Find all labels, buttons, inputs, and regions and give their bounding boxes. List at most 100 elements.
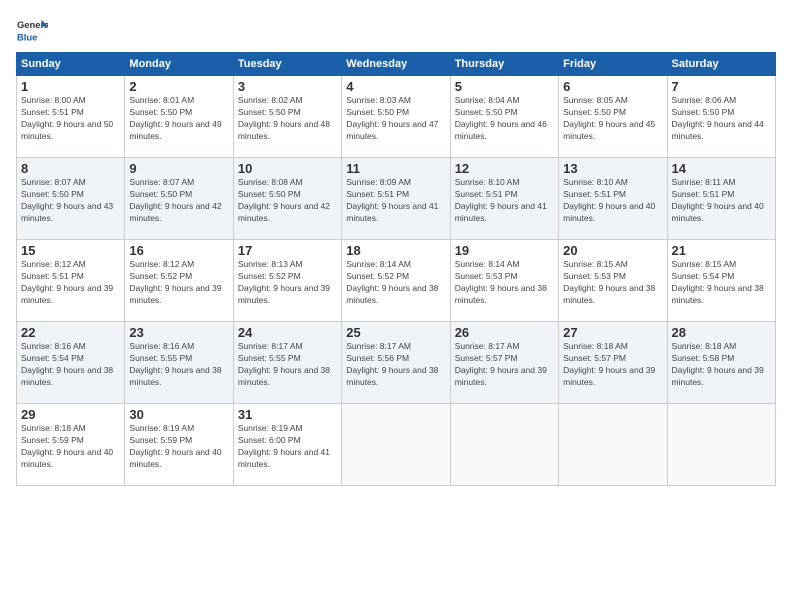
day-info: Sunrise: 8:07 AMSunset: 5:50 PMDaylight:…	[129, 177, 221, 223]
day-number: 11	[346, 161, 445, 176]
header: General Blue	[16, 16, 776, 48]
calendar-day-11: 11 Sunrise: 8:09 AMSunset: 5:51 PMDaylig…	[342, 158, 450, 240]
day-info: Sunrise: 8:12 AMSunset: 5:52 PMDaylight:…	[129, 259, 221, 305]
calendar-day-2: 2 Sunrise: 8:01 AMSunset: 5:50 PMDayligh…	[125, 76, 233, 158]
day-info: Sunrise: 8:03 AMSunset: 5:50 PMDaylight:…	[346, 95, 438, 141]
calendar-day-28: 28 Sunrise: 8:18 AMSunset: 5:58 PMDaylig…	[667, 322, 775, 404]
day-info: Sunrise: 8:04 AMSunset: 5:50 PMDaylight:…	[455, 95, 547, 141]
calendar-day-1: 1 Sunrise: 8:00 AMSunset: 5:51 PMDayligh…	[17, 76, 125, 158]
day-info: Sunrise: 8:18 AMSunset: 5:57 PMDaylight:…	[563, 341, 655, 387]
calendar-day-27: 27 Sunrise: 8:18 AMSunset: 5:57 PMDaylig…	[559, 322, 667, 404]
day-info: Sunrise: 8:12 AMSunset: 5:51 PMDaylight:…	[21, 259, 113, 305]
day-number: 17	[238, 243, 337, 258]
calendar-day-16: 16 Sunrise: 8:12 AMSunset: 5:52 PMDaylig…	[125, 240, 233, 322]
page-container: General Blue SundayMondayTuesdayWednesda…	[0, 0, 792, 494]
calendar-header-sunday: Sunday	[17, 53, 125, 76]
calendar-header-thursday: Thursday	[450, 53, 558, 76]
calendar-header-friday: Friday	[559, 53, 667, 76]
day-number: 22	[21, 325, 120, 340]
day-info: Sunrise: 8:16 AMSunset: 5:54 PMDaylight:…	[21, 341, 113, 387]
day-number: 28	[672, 325, 771, 340]
day-number: 5	[455, 79, 554, 94]
day-info: Sunrise: 8:06 AMSunset: 5:50 PMDaylight:…	[672, 95, 764, 141]
calendar-day-12: 12 Sunrise: 8:10 AMSunset: 5:51 PMDaylig…	[450, 158, 558, 240]
calendar-day-8: 8 Sunrise: 8:07 AMSunset: 5:50 PMDayligh…	[17, 158, 125, 240]
day-number: 27	[563, 325, 662, 340]
calendar-day-6: 6 Sunrise: 8:05 AMSunset: 5:50 PMDayligh…	[559, 76, 667, 158]
day-info: Sunrise: 8:17 AMSunset: 5:56 PMDaylight:…	[346, 341, 438, 387]
day-info: Sunrise: 8:00 AMSunset: 5:51 PMDaylight:…	[21, 95, 113, 141]
day-info: Sunrise: 8:08 AMSunset: 5:50 PMDaylight:…	[238, 177, 330, 223]
day-number: 30	[129, 407, 228, 422]
calendar-header-tuesday: Tuesday	[233, 53, 341, 76]
calendar-header-row: SundayMondayTuesdayWednesdayThursdayFrid…	[17, 53, 776, 76]
calendar-day-25: 25 Sunrise: 8:17 AMSunset: 5:56 PMDaylig…	[342, 322, 450, 404]
day-info: Sunrise: 8:05 AMSunset: 5:50 PMDaylight:…	[563, 95, 655, 141]
calendar-empty-cell	[559, 404, 667, 486]
day-number: 1	[21, 79, 120, 94]
calendar-day-22: 22 Sunrise: 8:16 AMSunset: 5:54 PMDaylig…	[17, 322, 125, 404]
day-info: Sunrise: 8:01 AMSunset: 5:50 PMDaylight:…	[129, 95, 221, 141]
day-number: 6	[563, 79, 662, 94]
calendar-day-7: 7 Sunrise: 8:06 AMSunset: 5:50 PMDayligh…	[667, 76, 775, 158]
day-info: Sunrise: 8:18 AMSunset: 5:58 PMDaylight:…	[672, 341, 764, 387]
calendar-header-wednesday: Wednesday	[342, 53, 450, 76]
day-number: 2	[129, 79, 228, 94]
day-number: 21	[672, 243, 771, 258]
day-number: 14	[672, 161, 771, 176]
day-info: Sunrise: 8:02 AMSunset: 5:50 PMDaylight:…	[238, 95, 330, 141]
day-info: Sunrise: 8:15 AMSunset: 5:53 PMDaylight:…	[563, 259, 655, 305]
calendar-header-monday: Monday	[125, 53, 233, 76]
day-info: Sunrise: 8:15 AMSunset: 5:54 PMDaylight:…	[672, 259, 764, 305]
day-number: 10	[238, 161, 337, 176]
calendar-day-24: 24 Sunrise: 8:17 AMSunset: 5:55 PMDaylig…	[233, 322, 341, 404]
day-number: 31	[238, 407, 337, 422]
day-number: 26	[455, 325, 554, 340]
calendar-day-23: 23 Sunrise: 8:16 AMSunset: 5:55 PMDaylig…	[125, 322, 233, 404]
day-info: Sunrise: 8:19 AMSunset: 5:59 PMDaylight:…	[129, 423, 221, 469]
day-info: Sunrise: 8:17 AMSunset: 5:55 PMDaylight:…	[238, 341, 330, 387]
calendar-empty-cell	[342, 404, 450, 486]
calendar-day-18: 18 Sunrise: 8:14 AMSunset: 5:52 PMDaylig…	[342, 240, 450, 322]
day-info: Sunrise: 8:10 AMSunset: 5:51 PMDaylight:…	[455, 177, 547, 223]
calendar-day-26: 26 Sunrise: 8:17 AMSunset: 5:57 PMDaylig…	[450, 322, 558, 404]
day-info: Sunrise: 8:10 AMSunset: 5:51 PMDaylight:…	[563, 177, 655, 223]
calendar-day-13: 13 Sunrise: 8:10 AMSunset: 5:51 PMDaylig…	[559, 158, 667, 240]
day-number: 12	[455, 161, 554, 176]
calendar-day-4: 4 Sunrise: 8:03 AMSunset: 5:50 PMDayligh…	[342, 76, 450, 158]
calendar-week-4: 22 Sunrise: 8:16 AMSunset: 5:54 PMDaylig…	[17, 322, 776, 404]
calendar-day-31: 31 Sunrise: 8:19 AMSunset: 6:00 PMDaylig…	[233, 404, 341, 486]
day-number: 23	[129, 325, 228, 340]
logo: General Blue	[16, 16, 48, 48]
day-info: Sunrise: 8:16 AMSunset: 5:55 PMDaylight:…	[129, 341, 221, 387]
calendar-day-3: 3 Sunrise: 8:02 AMSunset: 5:50 PMDayligh…	[233, 76, 341, 158]
calendar-day-9: 9 Sunrise: 8:07 AMSunset: 5:50 PMDayligh…	[125, 158, 233, 240]
day-number: 15	[21, 243, 120, 258]
day-info: Sunrise: 8:07 AMSunset: 5:50 PMDaylight:…	[21, 177, 113, 223]
day-number: 8	[21, 161, 120, 176]
day-number: 13	[563, 161, 662, 176]
calendar-header-saturday: Saturday	[667, 53, 775, 76]
day-number: 7	[672, 79, 771, 94]
day-info: Sunrise: 8:11 AMSunset: 5:51 PMDaylight:…	[672, 177, 764, 223]
day-number: 20	[563, 243, 662, 258]
day-number: 9	[129, 161, 228, 176]
day-number: 19	[455, 243, 554, 258]
calendar-week-3: 15 Sunrise: 8:12 AMSunset: 5:51 PMDaylig…	[17, 240, 776, 322]
calendar-week-5: 29 Sunrise: 8:18 AMSunset: 5:59 PMDaylig…	[17, 404, 776, 486]
svg-text:Blue: Blue	[17, 31, 37, 42]
day-info: Sunrise: 8:17 AMSunset: 5:57 PMDaylight:…	[455, 341, 547, 387]
day-info: Sunrise: 8:18 AMSunset: 5:59 PMDaylight:…	[21, 423, 113, 469]
calendar-table: SundayMondayTuesdayWednesdayThursdayFrid…	[16, 52, 776, 486]
calendar-day-21: 21 Sunrise: 8:15 AMSunset: 5:54 PMDaylig…	[667, 240, 775, 322]
calendar-empty-cell	[450, 404, 558, 486]
day-number: 16	[129, 243, 228, 258]
day-info: Sunrise: 8:14 AMSunset: 5:53 PMDaylight:…	[455, 259, 547, 305]
day-number: 18	[346, 243, 445, 258]
calendar-day-17: 17 Sunrise: 8:13 AMSunset: 5:52 PMDaylig…	[233, 240, 341, 322]
calendar-day-19: 19 Sunrise: 8:14 AMSunset: 5:53 PMDaylig…	[450, 240, 558, 322]
day-number: 24	[238, 325, 337, 340]
calendar-day-30: 30 Sunrise: 8:19 AMSunset: 5:59 PMDaylig…	[125, 404, 233, 486]
day-number: 3	[238, 79, 337, 94]
day-number: 25	[346, 325, 445, 340]
